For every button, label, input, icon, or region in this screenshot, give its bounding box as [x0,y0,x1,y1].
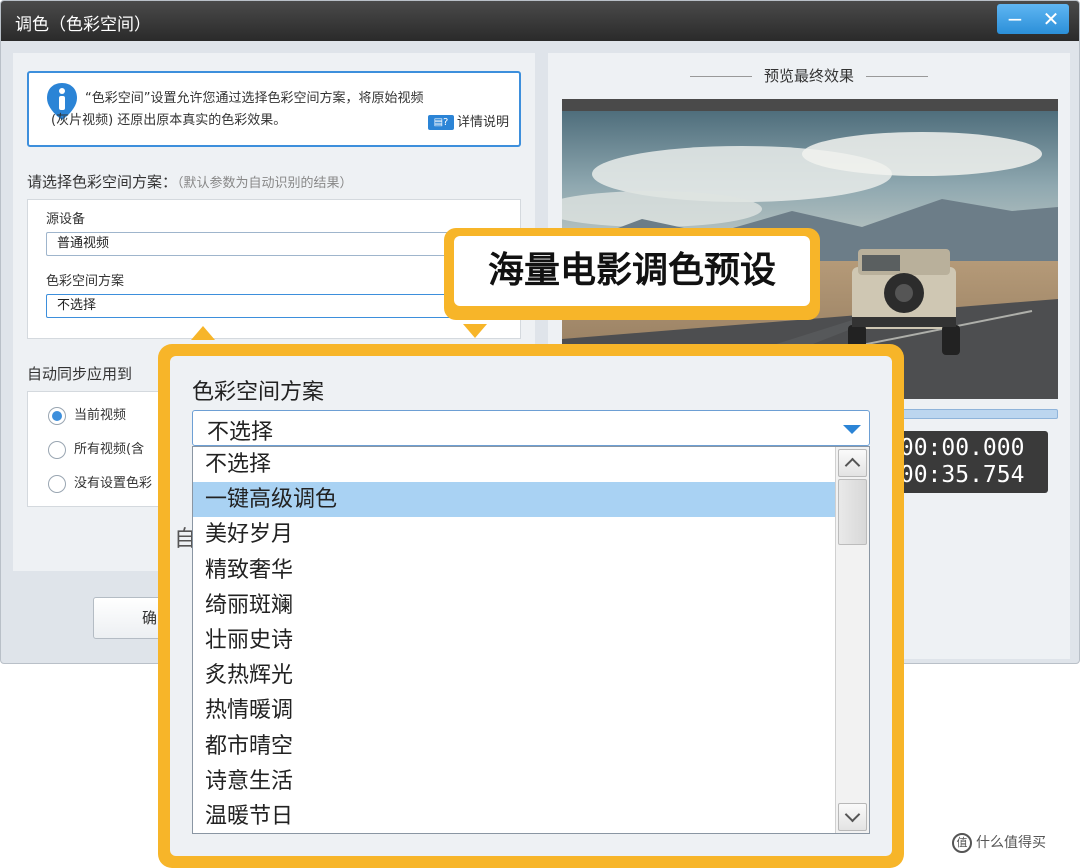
radio-current-video[interactable]: 当前视频 [48,404,126,425]
list-item[interactable]: 热情暖调 [193,693,836,728]
watermark-logo-icon: 值 [952,833,972,853]
zoomed-dropdown-panel: 自 色彩空间方案 不选择 不选择 一键高级调色 美好岁月 精致奢华 绮丽斑斓 壮… [170,356,892,856]
minimize-button[interactable]: − [997,4,1033,34]
scroll-down-button[interactable] [838,803,867,831]
info-box: “色彩空间”设置允许您通过选择色彩空间方案，将原始视频 (灰片视频) 还原出原本… [27,71,521,147]
source-device-select[interactable]: 普通视频 [46,232,466,256]
list-item[interactable]: 绮丽斑斓 [193,588,836,623]
list-item[interactable]: 炙热辉光 [193,658,836,693]
current-time: :00:00.000 [886,435,1025,461]
color-scheme-select[interactable]: 不选择 [46,294,466,318]
radio-all-videos[interactable]: 所有视频(含 [48,438,144,459]
list-item[interactable]: 精致奢华 [193,553,836,588]
radio-label: 当前视频 [74,408,127,423]
radio-button[interactable] [48,440,66,459]
zoom-color-scheme-label: 色彩空间方案 [192,380,325,405]
zoom-frame: 自 色彩空间方案 不选择 不选择 一键高级调色 美好岁月 精致奢华 绮丽斑斓 壮… [158,344,904,868]
watermark: 值什么值得买 [952,832,1046,853]
scheme-title: 请选择色彩空间方案： [27,173,178,191]
playback-progress[interactable] [888,409,1058,419]
preview-heading: 预览最终效果 [548,65,1070,86]
radio-label: 没有设置色彩 [74,476,153,491]
list-item-highlighted[interactable]: 一键高级调色 [193,482,836,518]
chevron-down-icon[interactable] [843,425,861,434]
list-item[interactable]: 壮丽史诗 [193,623,836,658]
preview-title: 预览最终效果 [763,67,854,85]
close-button[interactable]: ✕ [1033,4,1069,34]
scroll-thumb[interactable] [838,479,867,545]
sync-heading: 自动同步应用到 [27,365,133,383]
list-item[interactable]: 都市晴空 [193,729,836,764]
divider-line [689,76,752,77]
callout-pointer-icon [191,326,215,340]
scroll-up-button[interactable] [838,449,867,477]
listbox-items: 不选择 一键高级调色 美好岁月 精致奢华 绮丽斑斓 壮丽史诗 炙热辉光 热情暖调… [193,447,836,833]
listbox-scrollbar[interactable] [835,447,869,833]
help-icon: ▤? [427,115,454,130]
color-scheme-listbox[interactable]: 不选择 一键高级调色 美好岁月 精致奢华 绮丽斑斓 壮丽史诗 炙热辉光 热情暖调… [192,446,870,834]
detail-link-label: 详情说明 [456,115,509,130]
zoom-select-value: 不选择 [207,420,274,445]
radio-button[interactable] [48,474,66,493]
radio-button-checked[interactable] [48,406,66,425]
scheme-hint: （默认参数为自动识别的结果） [177,176,353,191]
radio-label: 所有视频(含 [74,442,145,457]
chevron-down-icon [844,806,861,823]
list-item[interactable]: 美好岁月 [193,517,836,552]
watermark-text: 什么值得买 [976,835,1046,851]
source-device-label: 源设备 [46,212,86,227]
radio-unset-videos[interactable]: 没有设置色彩 [48,472,152,493]
title-bar[interactable]: 调色（色彩空间） − ✕ [1,1,1079,41]
list-item[interactable]: 诗意生活 [193,764,836,799]
callout-pointer-icon [463,324,487,338]
zoom-color-scheme-select[interactable]: 不选择 [192,410,870,446]
color-scheme-label: 色彩空间方案 [46,274,125,289]
total-time: :00:35.754 [886,462,1025,488]
time-display: :00:00.000 :00:35.754 [882,431,1048,493]
info-line-1: “色彩空间”设置允许您通过选择色彩空间方案，将原始视频 [85,91,424,106]
list-item[interactable]: 温暖节日 [193,799,836,834]
callout-text: 海量电影调色预设 [454,236,810,306]
promo-callout: 海量电影调色预设 [444,228,820,320]
divider-line [866,76,928,77]
window-controls: − ✕ [997,4,1069,34]
detail-link[interactable]: ▤? 详情说明 [427,111,509,130]
scheme-heading: 请选择色彩空间方案：（默认参数为自动识别的结果） [27,171,353,192]
list-item[interactable]: 不选择 [193,447,836,482]
chevron-up-icon [844,457,861,474]
window-title: 调色（色彩空间） [15,15,151,35]
